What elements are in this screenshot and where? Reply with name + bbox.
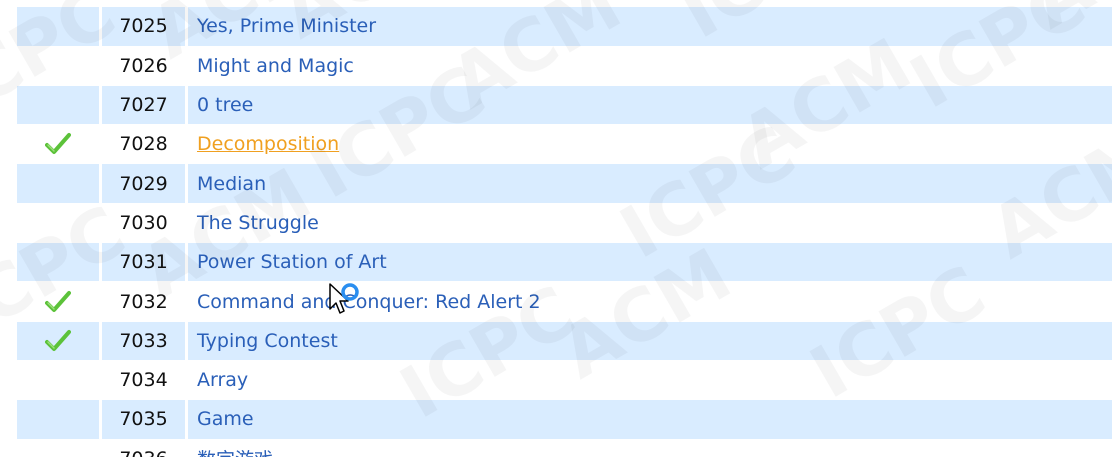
problem-list-page: 7025 Yes, Prime Minister 7026 Might and Mag… [0, 0, 1112, 457]
problem-title-cell: Decomposition [188, 125, 1112, 164]
problem-title-cell: Typing Contest [188, 321, 1112, 360]
status-cell [17, 243, 102, 282]
problem-row: 7026 Might and Magic [17, 45, 1112, 85]
problem-id: 7031 [102, 243, 188, 282]
problem-id: 7028 [102, 125, 188, 164]
status-cell [17, 400, 102, 439]
problem-title-link[interactable]: 数字游戏 [197, 445, 273, 457]
problem-title-cell [188, 0, 1112, 7]
problem-id: 7030 [102, 203, 188, 243]
status-cell [17, 0, 102, 7]
status-cell [17, 282, 102, 321]
status-cell [17, 439, 102, 457]
problem-title-link[interactable]: Command and Conquer: Red Alert 2 [197, 291, 541, 313]
problem-id: 7032 [102, 282, 188, 321]
problem-title-link[interactable]: Decomposition [197, 133, 339, 155]
problem-row: 7036 数字游戏 [17, 438, 1112, 457]
problem-row: 7034 Array [17, 359, 1112, 400]
problem-row: 7035 Game [17, 399, 1112, 439]
problem-title-link[interactable]: Typing Contest [197, 330, 338, 352]
problem-row: 7025 Yes, Prime Minister [17, 6, 1112, 46]
problem-id: 7034 [102, 360, 188, 400]
problem-row: 7028 Decomposition [17, 124, 1112, 164]
problem-id: 7033 [102, 321, 188, 360]
problem-title-cell: Median [188, 164, 1112, 203]
busy-ring-icon [341, 283, 359, 301]
problem-id: 7036 [102, 439, 188, 457]
check-icon [45, 290, 71, 314]
check-icon [45, 132, 71, 156]
problem-id: 7026 [102, 46, 188, 85]
problem-id: 7027 [102, 85, 188, 125]
problem-id: 7035 [102, 400, 188, 439]
status-cell [17, 7, 102, 46]
problem-title-link[interactable]: Might and Magic [197, 55, 354, 77]
status-cell [17, 125, 102, 164]
status-cell [17, 321, 102, 360]
problem-row: 7033 Typing Contest [17, 320, 1112, 360]
status-cell [17, 360, 102, 400]
problem-title-cell: 0 tree [188, 85, 1112, 125]
problem-title-cell: The Struggle [188, 203, 1112, 243]
problem-row: 7027 0 tree [17, 84, 1112, 125]
problem-id: 7029 [102, 164, 188, 203]
problem-title-link[interactable]: Power Station of Art [197, 251, 387, 273]
check-icon [45, 329, 71, 353]
problem-title-cell: 数字游戏 [188, 439, 1112, 457]
status-cell [17, 85, 102, 125]
status-cell [17, 203, 102, 243]
problem-row: 7032 Command and Conquer: Red Alert 2 [17, 281, 1112, 321]
problem-id [102, 0, 188, 7]
problem-title-link[interactable]: Game [197, 408, 254, 430]
problem-title-link[interactable]: Array [197, 369, 248, 391]
problem-title-cell: Game [188, 400, 1112, 439]
problem-row [17, 0, 1112, 7]
problem-title-link[interactable]: The Struggle [197, 212, 319, 234]
problem-title-cell: Power Station of Art [188, 243, 1112, 282]
problem-row: 7030 The Struggle [17, 202, 1112, 243]
problem-row: 7029 Median [17, 163, 1112, 203]
problem-title-cell: Command and Conquer: Red Alert 2 [188, 282, 1112, 321]
problem-table: 7025 Yes, Prime Minister 7026 Might and Mag… [17, 0, 1112, 457]
problem-title-link[interactable]: Median [197, 173, 266, 195]
problem-title-cell: Yes, Prime Minister [188, 7, 1112, 46]
problem-title-link[interactable]: 0 tree [197, 94, 253, 116]
problem-title-link[interactable]: Yes, Prime Minister [197, 15, 376, 37]
status-cell [17, 46, 102, 85]
problem-id: 7025 [102, 7, 188, 46]
problem-row: 7031 Power Station of Art [17, 242, 1112, 282]
problem-title-cell: Might and Magic [188, 46, 1112, 85]
status-cell [17, 164, 102, 203]
problem-title-cell: Array [188, 360, 1112, 400]
